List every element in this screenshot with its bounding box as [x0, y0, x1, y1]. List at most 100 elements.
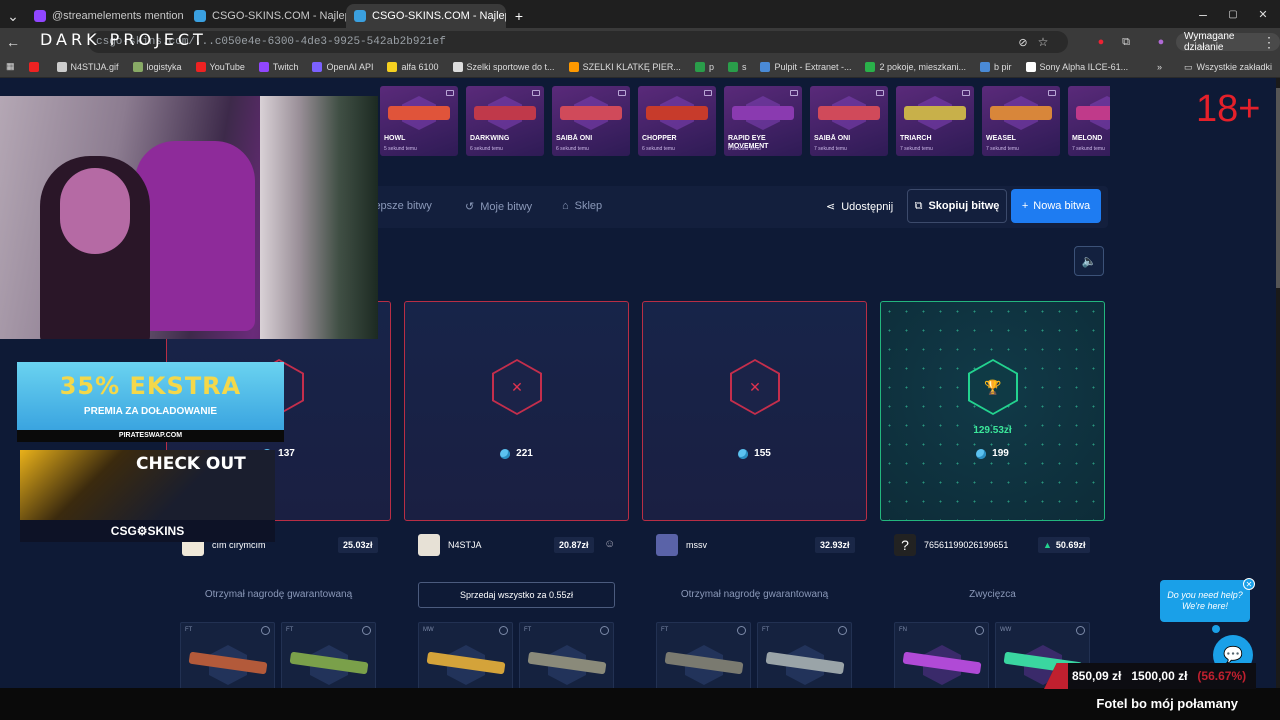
bookmark-item[interactable]: alfa 6100: [387, 61, 439, 72]
feed-item[interactable]: SAIBĀ ONI 7 sekund temu: [810, 86, 888, 156]
maximize-icon[interactable]: ▢: [1220, 2, 1246, 26]
bookmark-item[interactable]: OpenAI API: [312, 61, 373, 72]
case-icon: [962, 90, 970, 96]
feed-item[interactable]: SAIBĀ ONI 6 sekund temu: [552, 86, 630, 156]
won-item[interactable]: FN: [894, 622, 989, 692]
bookmark-item[interactable]: s: [727, 61, 747, 72]
won-item[interactable]: FT: [180, 622, 275, 692]
help-bubble[interactable]: Do you need help? We're here!: [1160, 580, 1250, 622]
nav-my-battles[interactable]: ↺ Moje bitwy: [465, 200, 533, 214]
bookmark-item[interactable]: Sony Alpha ILCE-61...: [1025, 61, 1128, 72]
feed-item[interactable]: HOWL 5 sekund temu: [380, 86, 458, 156]
tab-title: @streamelements mention: [52, 10, 184, 22]
bookmark-item[interactable]: SZELKI KLATKĘ PIER...: [568, 61, 681, 72]
feed-item[interactable]: WEASEL 7 sekund temu: [982, 86, 1060, 156]
check-icon[interactable]: [737, 626, 746, 635]
puzzle-icon[interactable]: ⧉: [1113, 30, 1139, 54]
won-item[interactable]: FT: [519, 622, 614, 692]
feed-item[interactable]: RAPID EYE MOVEMENT 6 sekund temu: [724, 86, 802, 156]
feed-item-time: 6 sekund temu: [728, 146, 761, 152]
check-icon[interactable]: [499, 626, 508, 635]
back-icon[interactable]: ←: [0, 30, 26, 54]
bookmark-item[interactable]: Szelki sportowe do t...: [452, 61, 555, 72]
feed-item[interactable]: TRIARCH 7 sekund temu: [896, 86, 974, 156]
scrollbar[interactable]: [1276, 78, 1280, 688]
minimize-icon[interactable]: –: [1190, 2, 1216, 26]
check-icon[interactable]: [838, 626, 847, 635]
won-item[interactable]: MW: [418, 622, 513, 692]
nav-best-battles[interactable]: lepsze bitwy: [372, 200, 432, 212]
bookmark-item[interactable]: Pulpit - Extranet -...: [760, 61, 851, 72]
check-icon[interactable]: [975, 626, 984, 635]
bookmark-item[interactable]: Twitch: [258, 61, 298, 72]
won-item[interactable]: FT: [281, 622, 376, 692]
case-icon: [704, 90, 712, 96]
tab-search-icon[interactable]: ⌄: [0, 4, 26, 28]
bookmark-item[interactable]: p: [694, 61, 714, 72]
bookmark-item[interactable]: [28, 61, 43, 72]
extension-icon[interactable]: ●: [1088, 30, 1114, 54]
case-icon: [876, 90, 884, 96]
link-icon: [452, 61, 463, 72]
nav-shop[interactable]: ⌂ Sklep: [562, 200, 602, 212]
player-name-2[interactable]: N4STJA: [418, 533, 482, 557]
all-bookmarks-button[interactable]: » ▭ Wszystkie zakładki: [1146, 56, 1272, 77]
bookmark-item[interactable]: logistyka: [132, 61, 182, 72]
gun-image: [1076, 106, 1110, 120]
bookmark-item[interactable]: b pir: [980, 61, 1012, 72]
feed-item-name: SAIBĀ ONI: [814, 135, 851, 142]
openai-icon: [312, 61, 323, 72]
feed-item-time: 7 sekund temu: [1072, 146, 1105, 152]
help-line-1: Do you need help?: [1167, 590, 1243, 600]
feed-item-name: TRIARCH: [900, 135, 932, 142]
copy-battle-button[interactable]: ⧉ Skopiuj bitwę: [907, 189, 1007, 223]
url-field[interactable]: csgo-skins.com/...c050e4e-6300-4de3-9925…: [88, 31, 1068, 53]
check-icon[interactable]: [600, 626, 609, 635]
browser-tab-2[interactable]: CSGO-SKINS.COM - Najlepsze ✕: [186, 4, 346, 28]
player-name-label: N4STJA: [448, 540, 482, 550]
player-name-label: mssv: [686, 540, 707, 550]
bookmark-label: alfa 6100: [401, 61, 439, 72]
feed-item[interactable]: CHOPPER 6 sekund temu: [638, 86, 716, 156]
check-icon[interactable]: [362, 626, 371, 635]
sound-toggle-button[interactable]: 🔈: [1074, 246, 1104, 276]
docs-icon: [980, 61, 991, 72]
wear-label: FT: [185, 627, 193, 633]
feed-item[interactable]: DARKWING 6 sekund temu: [466, 86, 544, 156]
link-icon: [387, 61, 398, 72]
nav-label: Moje bitwy: [480, 200, 533, 213]
bookmark-item[interactable]: YouTube: [195, 61, 245, 72]
wear-label: MW: [423, 627, 434, 633]
bookmark-item[interactable]: 2 pokoje, mieszkani...: [865, 61, 966, 72]
menu-icon[interactable]: ⋮: [1256, 30, 1280, 54]
profile-icon[interactable]: ●: [1148, 30, 1174, 54]
won-item[interactable]: FT: [656, 622, 751, 692]
new-tab-button[interactable]: +: [506, 4, 532, 28]
won-item[interactable]: FT: [757, 622, 852, 692]
check-icon[interactable]: [261, 626, 270, 635]
coin-count: 221: [405, 448, 628, 459]
feed-item[interactable]: MELOND 7 sekund temu: [1068, 86, 1110, 156]
sell-all-button[interactable]: Sprzedaj wszystko za 0.55zł: [418, 582, 615, 608]
check-icon[interactable]: [1076, 626, 1085, 635]
player-name-label: 76561199026199651: [924, 540, 1009, 550]
share-button[interactable]: ⋖ Udostępnij: [826, 200, 893, 214]
bookmark-item[interactable]: N4STIJA.gif: [56, 61, 119, 72]
nav-label: Sklep: [574, 200, 603, 212]
close-icon[interactable]: ✕: [1243, 578, 1255, 590]
browser-tab-3[interactable]: CSGO-SKINS.COM - Najlep 🔇 ✕: [346, 4, 506, 28]
bookmark-label: s: [741, 61, 747, 72]
browser-tab-1[interactable]: @streamelements mention ✕: [26, 4, 186, 28]
emoji-icon[interactable]: ☺: [604, 538, 615, 550]
player-name-4[interactable]: ? 76561199026199651: [894, 533, 1008, 557]
bookmark-star-icon[interactable]: ☆: [1030, 30, 1056, 54]
window-close-icon[interactable]: ✕: [1250, 2, 1276, 26]
apps-grid-icon[interactable]: ▦: [6, 61, 15, 72]
extranet-icon: [760, 61, 771, 72]
sony-icon: [1025, 61, 1036, 72]
player-name-3[interactable]: mssv: [656, 533, 707, 557]
player-status-4: Zwycięzca: [969, 589, 1016, 600]
new-battle-button[interactable]: + Nowa bitwa: [1011, 189, 1101, 223]
unknown-avatar-icon: ?: [894, 534, 916, 556]
avatar: [418, 534, 440, 556]
